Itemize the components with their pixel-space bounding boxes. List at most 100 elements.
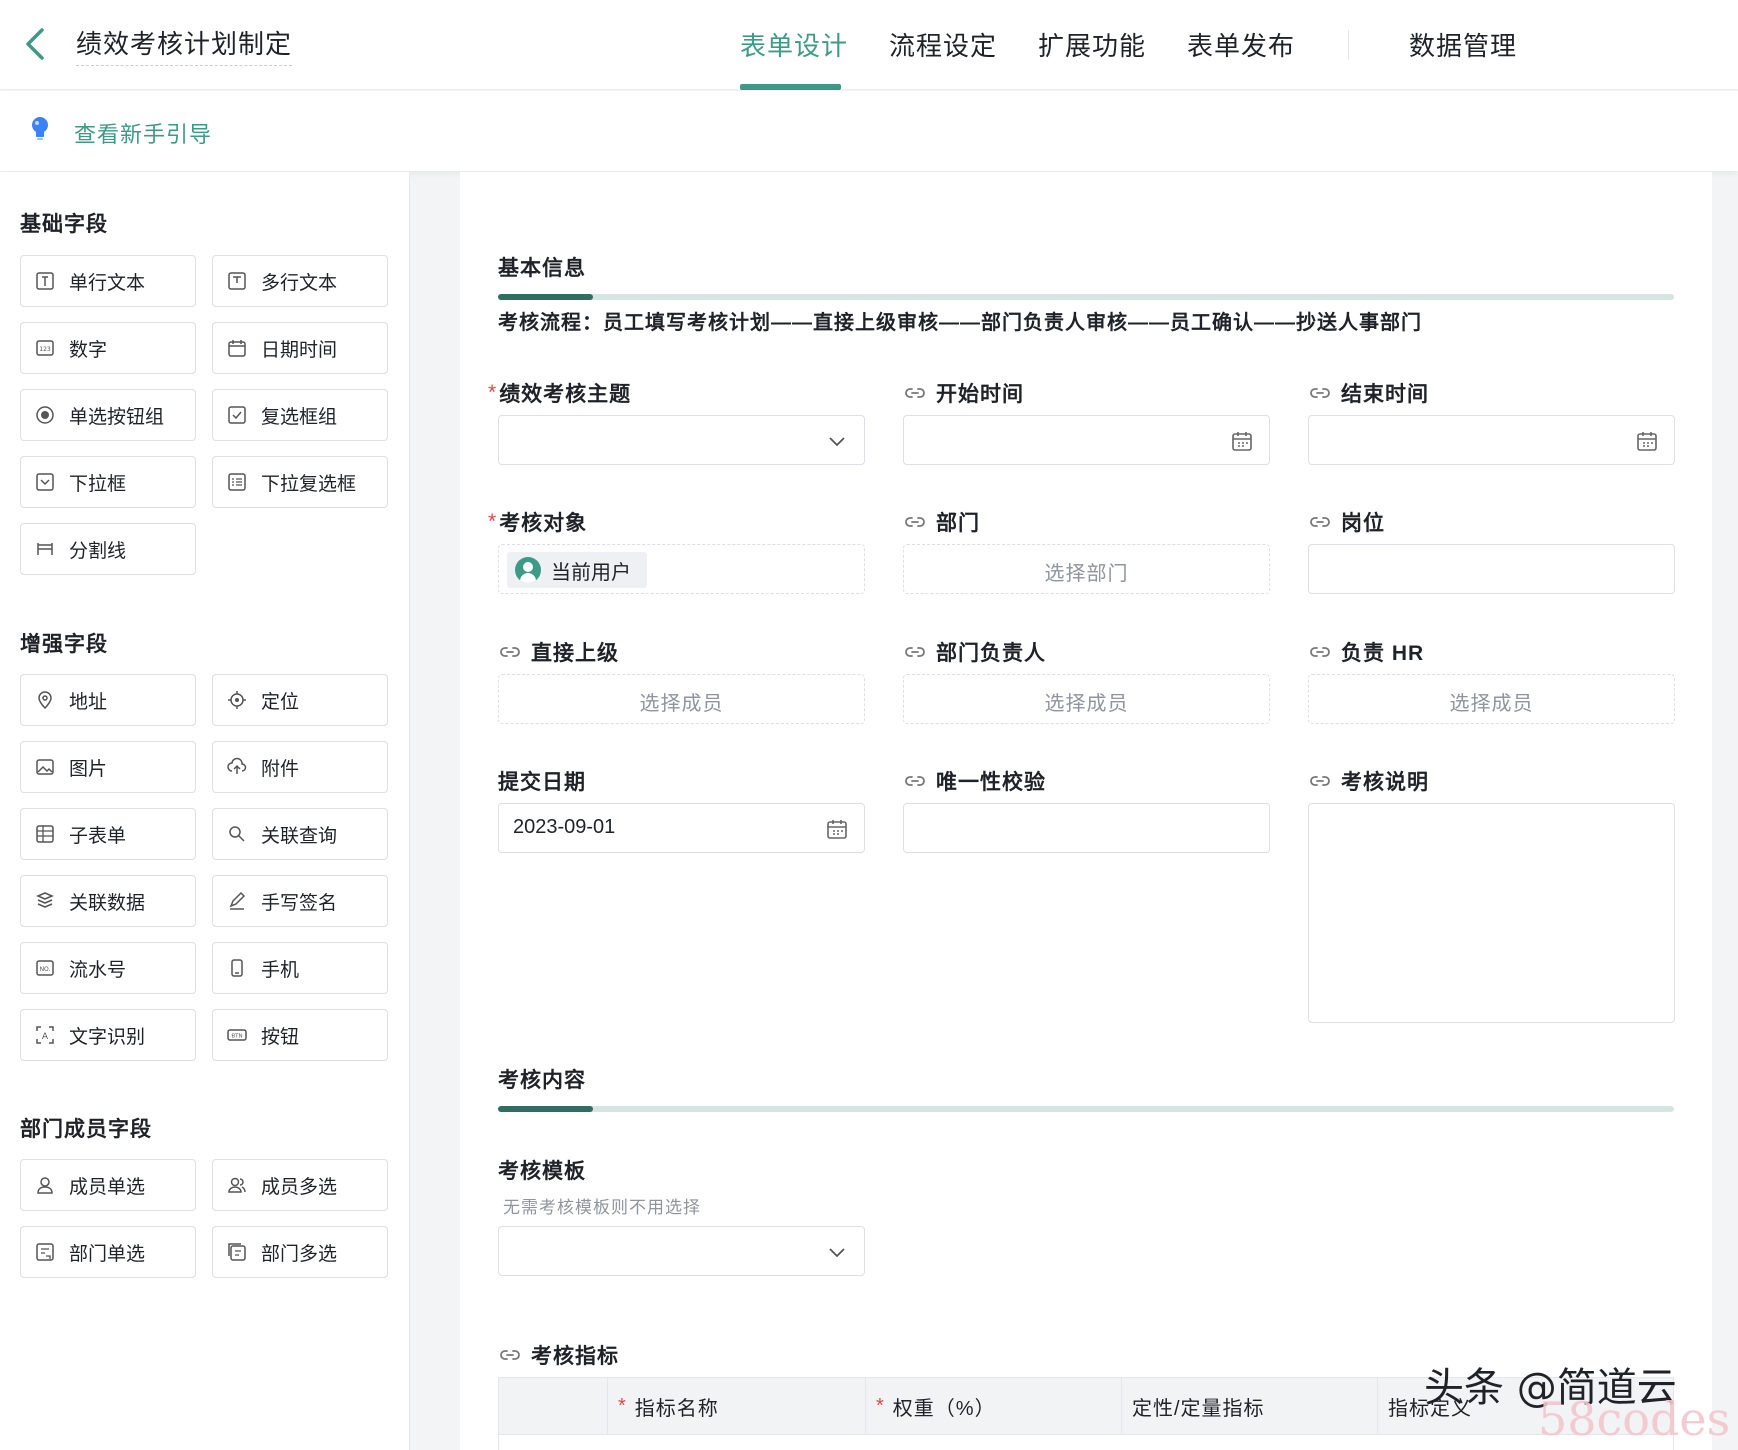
label-text: 考核说明 [1341, 771, 1429, 794]
field-button[interactable]: BTN 按钮 [212, 1009, 388, 1061]
field-attachment[interactable]: 附件 [212, 741, 388, 793]
table-row [498, 1434, 1674, 1450]
field-ocr[interactable]: A 文字识别 [20, 1009, 196, 1061]
linked-data-icon [36, 892, 54, 908]
checkbox-icon [228, 406, 246, 424]
label-text: 负责 HR [1341, 642, 1425, 665]
watermark-site: 58codes [1538, 1392, 1731, 1446]
field-member-single[interactable]: 成员单选 [20, 1159, 196, 1211]
field-label: 文字识别 [69, 1026, 146, 1048]
placeholder: 选择成员 [1044, 693, 1129, 715]
label-end-time: 结束时间 [1309, 378, 1429, 408]
submit-date-input[interactable]: 2023-09-01 [498, 803, 865, 853]
tab-form-design[interactable]: 表单设计 [740, 26, 848, 63]
post-input[interactable] [1308, 544, 1675, 594]
back-arrow-icon[interactable] [22, 24, 50, 64]
label-unique-check: 唯一性校验 [904, 766, 1046, 796]
field-radio-group[interactable]: 单选按钮组 [20, 389, 196, 441]
unique-check-input[interactable] [903, 803, 1270, 853]
field-checkbox-group[interactable]: 复选框组 [212, 389, 388, 441]
tab-flow-settings[interactable]: 流程设定 [889, 26, 997, 63]
svg-text:NO.: NO. [40, 966, 51, 973]
field-label: 日期时间 [261, 339, 338, 361]
field-divider[interactable]: 分割线 [20, 523, 196, 575]
field-image[interactable]: 图片 [20, 741, 196, 793]
superior-select[interactable]: 选择成员 [498, 674, 865, 724]
dept-head-select[interactable]: 选择成员 [903, 674, 1270, 724]
column-header-weight[interactable]: * 权重（%） [865, 1378, 1121, 1434]
field-address[interactable]: 地址 [20, 674, 196, 726]
link-icon [905, 388, 925, 398]
field-dropdown[interactable]: 下拉框 [20, 456, 196, 508]
field-label: 下拉框 [69, 473, 127, 495]
field-phone[interactable]: 手机 [212, 942, 388, 994]
label-hr: 负责 HR [1309, 637, 1424, 667]
field-multi-line-text[interactable]: 多行文本 [212, 255, 388, 307]
field-label: 手写签名 [261, 892, 338, 914]
user-chip[interactable]: 当前用户 [507, 552, 647, 588]
field-dropdown-multi[interactable]: 下拉复选框 [212, 456, 388, 508]
form-title[interactable]: 绩效考核计划制定 [76, 24, 293, 66]
svg-text:BTN: BTN [231, 1034, 242, 1040]
active-tab-indicator [740, 84, 841, 90]
field-single-line-text[interactable]: 单行文本 [20, 255, 196, 307]
link-search-icon [229, 826, 245, 842]
label-target: * 考核对象 [488, 507, 587, 537]
label-start-time: 开始时间 [904, 378, 1024, 408]
tab-divider [1348, 30, 1349, 60]
label-superior: 直接上级 [499, 637, 619, 667]
field-number[interactable]: 123 数字 [20, 322, 196, 374]
column-header-type[interactable]: 定性/定量指标 [1121, 1378, 1377, 1434]
column-header-name[interactable]: * 指标名称 [607, 1378, 865, 1434]
beginner-guide-link[interactable]: 查看新手引导 [74, 117, 212, 149]
label-text: 考核对象 [499, 512, 588, 535]
label-text: 开始时间 [936, 383, 1024, 406]
field-location[interactable]: 定位 [212, 674, 388, 726]
map-pin-icon [38, 691, 52, 710]
table-icon [36, 825, 54, 843]
ocr-scan-icon: A [36, 1026, 54, 1044]
link-icon [905, 776, 925, 786]
field-linked-query[interactable]: 关联查询 [212, 808, 388, 860]
field-label: 子表单 [69, 825, 127, 847]
description-textarea[interactable] [1308, 803, 1675, 1023]
target-member-field[interactable]: 当前用户 [498, 544, 865, 594]
column-header-label: 定性/定量指标 [1132, 1397, 1265, 1420]
label-post: 岗位 [1309, 507, 1385, 537]
calendar-icon [1232, 432, 1252, 451]
hr-select[interactable]: 选择成员 [1308, 674, 1675, 724]
label-indicators: 考核指标 [499, 1340, 619, 1370]
template-hint: 无需考核模板则不用选择 [503, 1198, 701, 1217]
tab-extensions[interactable]: 扩展功能 [1038, 26, 1146, 63]
field-label: 下拉复选框 [261, 473, 357, 495]
start-time-input[interactable] [903, 415, 1270, 465]
label-text: 考核指标 [531, 1345, 619, 1368]
dropdown-icon [36, 473, 54, 491]
pen-icon [229, 891, 246, 910]
column-header-label: 指标名称 [634, 1397, 719, 1420]
required-mark: * [488, 510, 498, 533]
theme-select[interactable] [498, 415, 865, 465]
dept-select[interactable]: 选择部门 [903, 544, 1270, 594]
field-label: 关联数据 [69, 892, 146, 914]
field-signature[interactable]: 手写签名 [212, 875, 388, 927]
template-select[interactable] [498, 1226, 865, 1276]
field-subform[interactable]: 子表单 [20, 808, 196, 860]
tab-data-management[interactable]: 数据管理 [1409, 26, 1517, 63]
field-label: 附件 [261, 758, 300, 780]
field-dept-multi[interactable]: 部门多选 [212, 1226, 388, 1278]
group-title-dept-member: 部门成员字段 [20, 1118, 152, 1141]
field-member-multi[interactable]: 成员多选 [212, 1159, 388, 1211]
text-box-icon [36, 272, 54, 290]
field-serial-number[interactable]: NO. 流水号 [20, 942, 196, 994]
users-icon [228, 1177, 246, 1193]
flow-description: 考核流程：员工填写考核计划——直接上级审核——部门负责人审核——员工确认——抄送… [498, 312, 1422, 334]
end-time-input[interactable] [1308, 415, 1675, 465]
field-linked-data[interactable]: 关联数据 [20, 875, 196, 927]
field-label: 分割线 [69, 540, 127, 562]
chevron-down-icon [829, 1248, 845, 1258]
label-text: 部门 [936, 512, 980, 535]
field-dept-single[interactable]: 部门单选 [20, 1226, 196, 1278]
field-datetime[interactable]: 日期时间 [212, 322, 388, 374]
tab-form-publish[interactable]: 表单发布 [1187, 26, 1295, 63]
